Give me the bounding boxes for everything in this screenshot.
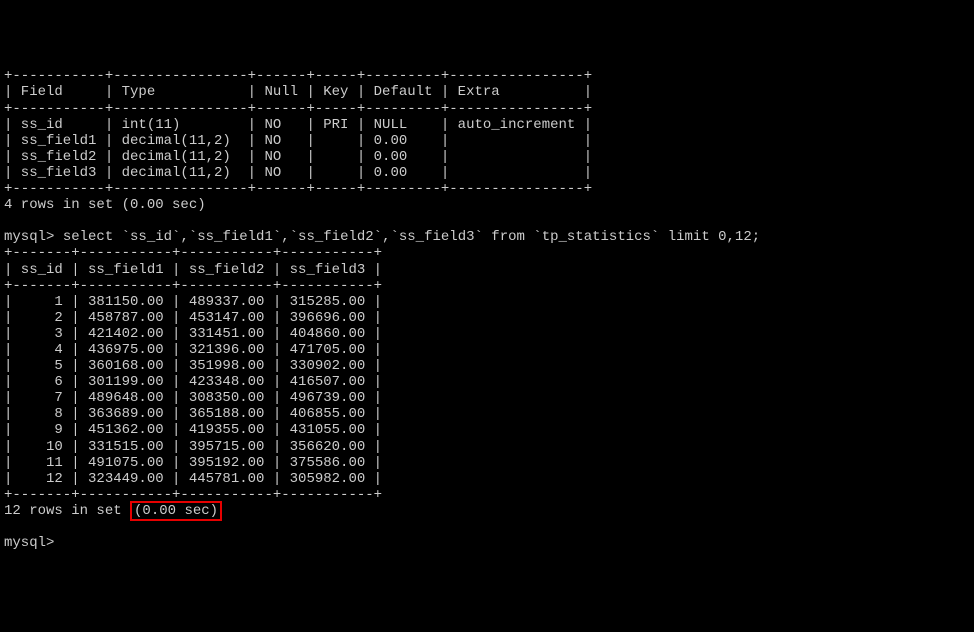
describe-border-bot: +-----------+----------------+------+---… (4, 181, 592, 197)
describe-header-row: | Field | Type | Null | Key | Default | … (4, 84, 592, 100)
result-row: | 9 | 451362.00 | 419355.00 | 431055.00 … (4, 422, 382, 438)
result-row: | 4 | 436975.00 | 321396.00 | 471705.00 … (4, 342, 382, 358)
mysql-prompt: mysql> (4, 229, 54, 245)
result-row: | 5 | 360168.00 | 351998.00 | 330902.00 … (4, 358, 382, 374)
describe-row: | ss_field2 | decimal(11,2) | NO | | 0.0… (4, 149, 592, 165)
result-row: | 12 | 323449.00 | 445781.00 | 305982.00… (4, 471, 382, 487)
result-row: | 3 | 421402.00 | 331451.00 | 404860.00 … (4, 326, 382, 342)
result-row: | 10 | 331515.00 | 395715.00 | 356620.00… (4, 439, 382, 455)
describe-row: | ss_field3 | decimal(11,2) | NO | | 0.0… (4, 165, 592, 181)
describe-row: | ss_field1 | decimal(11,2) | NO | | 0.0… (4, 133, 592, 149)
result-border-top: +-------+-----------+-----------+-------… (4, 245, 382, 261)
mysql-prompt[interactable]: mysql> (4, 535, 54, 551)
timing-highlight: (0.00 sec) (130, 501, 222, 521)
result-header-row: | ss_id | ss_field1 | ss_field2 | ss_fie… (4, 262, 382, 278)
describe-border-mid: +-----------+----------------+------+---… (4, 101, 592, 117)
result-row: | 6 | 301199.00 | 423348.00 | 416507.00 … (4, 374, 382, 390)
terminal-output[interactable]: +-----------+----------------+------+---… (4, 68, 970, 551)
result-row: | 11 | 491075.00 | 395192.00 | 375586.00… (4, 455, 382, 471)
result-row: | 7 | 489648.00 | 308350.00 | 496739.00 … (4, 390, 382, 406)
describe-row: | ss_id | int(11) | NO | PRI | NULL | au… (4, 117, 592, 133)
result-row: | 1 | 381150.00 | 489337.00 | 315285.00 … (4, 294, 382, 310)
result-row: | 8 | 363689.00 | 365188.00 | 406855.00 … (4, 406, 382, 422)
describe-border-top: +-----------+----------------+------+---… (4, 68, 592, 84)
result-border-mid: +-------+-----------+-----------+-------… (4, 278, 382, 294)
result-status-prefix: 12 rows in set (4, 503, 130, 519)
result-row: | 2 | 458787.00 | 453147.00 | 396696.00 … (4, 310, 382, 326)
describe-status: 4 rows in set (0.00 sec) (4, 197, 206, 213)
sql-query: select `ss_id`,`ss_field1`,`ss_field2`,`… (54, 229, 760, 245)
